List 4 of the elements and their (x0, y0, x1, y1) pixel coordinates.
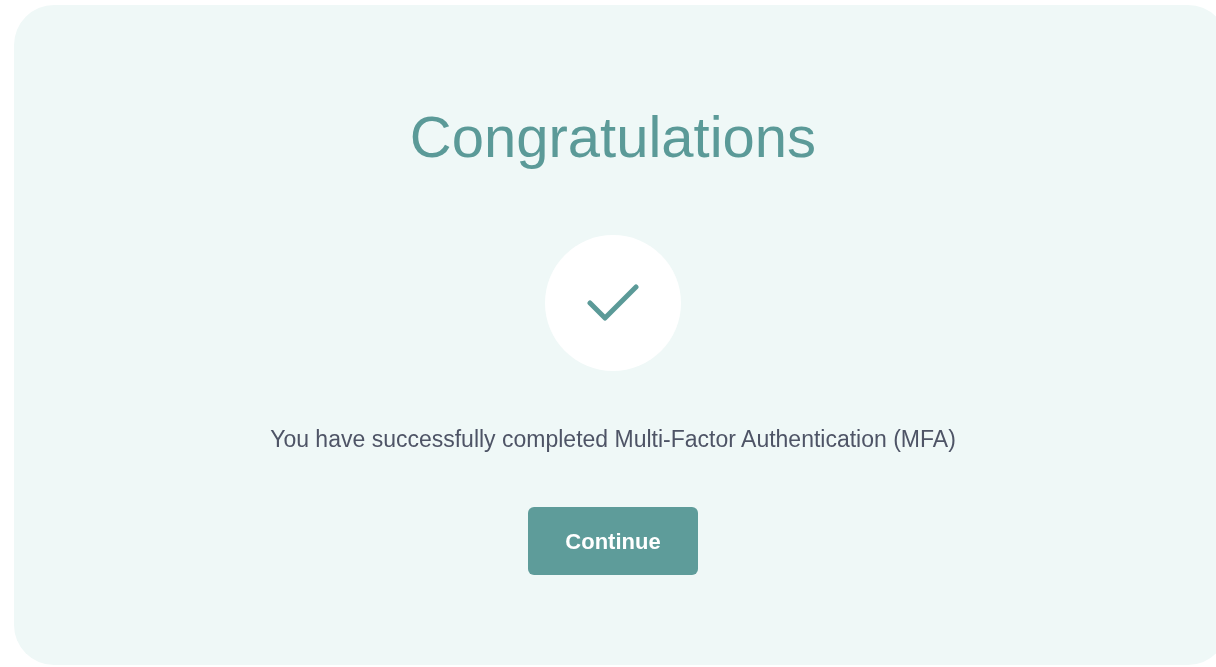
success-message: You have successfully completed Multi-Factor Authentication (MFA) (270, 425, 956, 454)
title: Congratulations (409, 103, 817, 171)
check-icon (587, 283, 639, 323)
continue-button[interactable]: Continue (528, 507, 698, 575)
